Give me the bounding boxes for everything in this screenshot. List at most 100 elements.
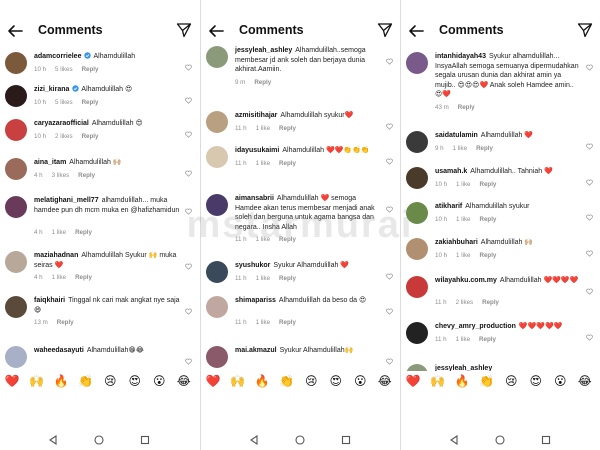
avatar[interactable] bbox=[5, 158, 27, 180]
avatar[interactable] bbox=[206, 346, 228, 368]
reply-button[interactable]: Reply bbox=[78, 172, 95, 179]
avatar[interactable] bbox=[206, 111, 228, 133]
comment-likes[interactable]: 1 like bbox=[456, 252, 470, 259]
like-heart-icon[interactable] bbox=[586, 58, 593, 71]
comment-likes[interactable]: 1 like bbox=[52, 274, 66, 281]
emoji-button[interactable]: 😍 bbox=[324, 374, 349, 388]
emoji-button[interactable]: 🔥 bbox=[250, 374, 275, 388]
like-heart-icon[interactable] bbox=[185, 58, 192, 71]
comment-likes[interactable]: 5 likes bbox=[55, 99, 73, 106]
like-heart-icon[interactable] bbox=[185, 352, 192, 365]
comment-likes[interactable]: 1 like bbox=[256, 160, 270, 167]
comment-username[interactable]: chevy_amry_production bbox=[435, 323, 516, 330]
comment-username[interactable]: zakiahbuhari bbox=[435, 239, 478, 246]
emoji-button[interactable]: 😢 bbox=[299, 374, 324, 388]
emoji-button[interactable]: 😍 bbox=[123, 374, 148, 388]
comment-likes[interactable]: 1 like bbox=[256, 319, 270, 326]
reply-button[interactable]: Reply bbox=[82, 99, 99, 106]
nav-back-icon[interactable] bbox=[249, 432, 259, 450]
reply-button[interactable]: Reply bbox=[479, 336, 496, 343]
back-arrow-icon[interactable] bbox=[407, 22, 425, 40]
nav-recents-icon[interactable] bbox=[140, 432, 150, 450]
comment-likes[interactable]: 2 likes bbox=[456, 299, 474, 306]
avatar[interactable] bbox=[206, 194, 228, 216]
comment-list[interactable]: adamcorrielee Alhamdulillah 10 h 5 likes Rep… bbox=[0, 46, 200, 371]
like-heart-icon[interactable] bbox=[185, 125, 192, 138]
avatar[interactable] bbox=[206, 46, 228, 68]
reply-button[interactable]: Reply bbox=[75, 229, 92, 236]
avatar[interactable] bbox=[406, 52, 428, 74]
nav-home-icon[interactable] bbox=[495, 432, 505, 450]
back-arrow-icon[interactable] bbox=[207, 22, 225, 40]
nav-home-icon[interactable] bbox=[94, 432, 104, 450]
emoji-button[interactable]: ❤️ bbox=[0, 374, 25, 388]
emoji-button[interactable]: 👏 bbox=[475, 374, 500, 388]
comment-username[interactable]: syushukor bbox=[235, 262, 270, 269]
avatar[interactable] bbox=[5, 296, 27, 318]
like-heart-icon[interactable] bbox=[386, 302, 393, 315]
comment-username[interactable]: mai.akmazul bbox=[235, 347, 277, 354]
nav-back-icon[interactable] bbox=[48, 432, 58, 450]
reply-button[interactable]: Reply bbox=[458, 104, 475, 111]
avatar[interactable] bbox=[406, 167, 428, 189]
avatar[interactable] bbox=[5, 251, 27, 273]
avatar[interactable] bbox=[5, 52, 27, 74]
comment-likes[interactable]: 1 like bbox=[256, 236, 270, 243]
reply-button[interactable]: Reply bbox=[75, 274, 92, 281]
emoji-button[interactable]: 😮 bbox=[348, 374, 373, 388]
send-icon[interactable] bbox=[176, 22, 192, 38]
reply-button[interactable]: Reply bbox=[254, 79, 271, 86]
reply-button[interactable]: Reply bbox=[480, 216, 497, 223]
reply-button[interactable]: Reply bbox=[279, 125, 296, 132]
reply-button[interactable]: Reply bbox=[480, 252, 497, 259]
avatar[interactable] bbox=[406, 276, 428, 298]
avatar[interactable] bbox=[5, 346, 27, 368]
reply-button[interactable]: Reply bbox=[476, 145, 493, 152]
avatar[interactable] bbox=[206, 296, 228, 318]
comment-likes[interactable]: 5 likes bbox=[55, 66, 73, 73]
like-heart-icon[interactable] bbox=[586, 328, 593, 341]
emoji-button[interactable]: 😍 bbox=[524, 374, 549, 388]
emoji-button[interactable]: 👏 bbox=[74, 374, 99, 388]
like-heart-icon[interactable] bbox=[185, 164, 192, 177]
like-heart-icon[interactable] bbox=[586, 137, 593, 150]
emoji-button[interactable]: 🔥 bbox=[49, 374, 74, 388]
comment-username[interactable]: jessyleah_ashley bbox=[435, 365, 492, 371]
comment-likes[interactable]: 1 like bbox=[256, 275, 270, 282]
emoji-button[interactable]: 🙌 bbox=[226, 374, 251, 388]
reply-button[interactable]: Reply bbox=[82, 133, 99, 140]
comment-username[interactable]: usamah.k bbox=[435, 168, 467, 175]
emoji-button[interactable]: 😢 bbox=[98, 374, 123, 388]
avatar[interactable] bbox=[206, 146, 228, 168]
comment-username[interactable]: saidatulamin bbox=[435, 132, 478, 139]
avatar[interactable] bbox=[406, 202, 428, 224]
back-arrow-icon[interactable] bbox=[6, 22, 24, 40]
like-heart-icon[interactable] bbox=[586, 208, 593, 221]
avatar[interactable] bbox=[5, 196, 27, 218]
like-heart-icon[interactable] bbox=[386, 200, 393, 213]
like-heart-icon[interactable] bbox=[386, 152, 393, 165]
emoji-button[interactable]: 😢 bbox=[499, 374, 524, 388]
comment-username[interactable]: idayusukaimi bbox=[235, 147, 279, 154]
comment-username[interactable]: aina_itam bbox=[34, 159, 66, 166]
comment-username[interactable]: azmisitihajar bbox=[235, 112, 277, 119]
like-heart-icon[interactable] bbox=[185, 91, 192, 104]
avatar[interactable] bbox=[406, 131, 428, 153]
emoji-button[interactable]: 😮 bbox=[548, 374, 573, 388]
nav-home-icon[interactable] bbox=[295, 432, 305, 450]
comment-likes[interactable]: 2 likes bbox=[55, 133, 73, 140]
comment-username[interactable]: zizi_kirana bbox=[34, 86, 69, 93]
nav-back-icon[interactable] bbox=[449, 432, 459, 450]
nav-recents-icon[interactable] bbox=[541, 432, 551, 450]
comment-username[interactable]: aimansabrii bbox=[235, 195, 274, 202]
reply-button[interactable]: Reply bbox=[57, 319, 74, 326]
emoji-button[interactable]: ❤️ bbox=[201, 374, 226, 388]
emoji-button[interactable]: 😂 bbox=[172, 374, 197, 388]
comment-likes[interactable]: 1 like bbox=[456, 181, 470, 188]
like-heart-icon[interactable] bbox=[586, 173, 593, 186]
avatar[interactable] bbox=[406, 322, 428, 344]
emoji-button[interactable]: 😮 bbox=[147, 374, 172, 388]
comment-likes[interactable]: 3 likes bbox=[52, 172, 70, 179]
comment-likes[interactable]: 1 like bbox=[453, 145, 467, 152]
like-heart-icon[interactable] bbox=[386, 52, 393, 65]
